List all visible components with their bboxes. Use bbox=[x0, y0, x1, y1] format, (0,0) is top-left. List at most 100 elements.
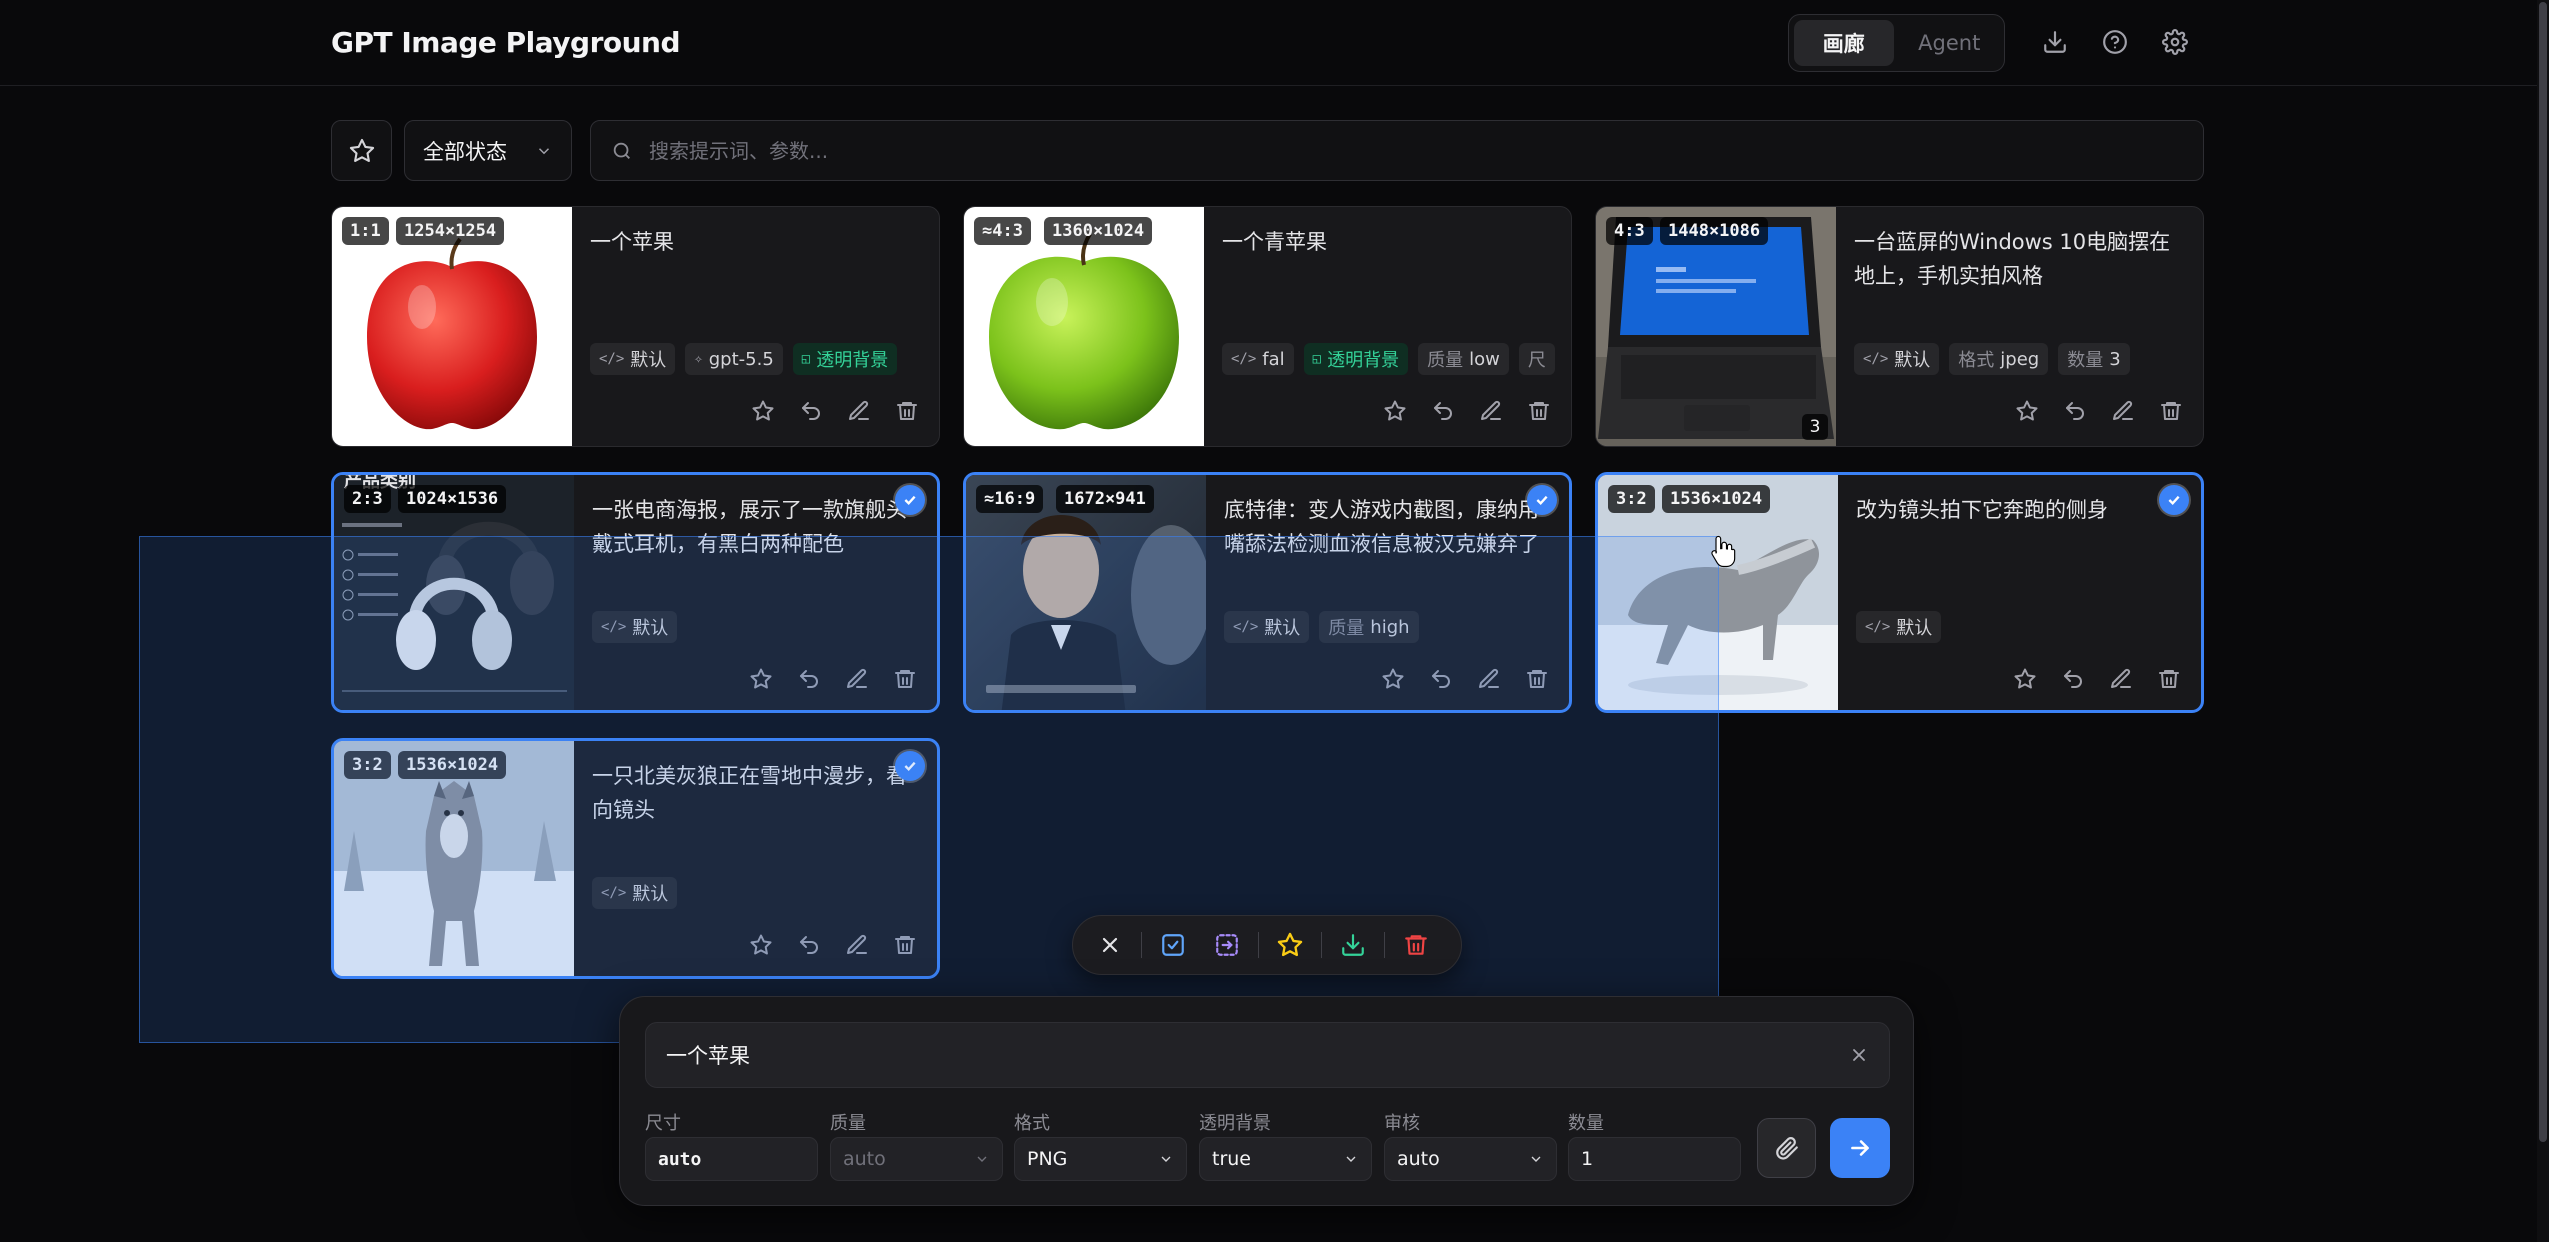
edit-icon bbox=[847, 668, 867, 688]
param-moderation: 审核 auto bbox=[1384, 1109, 1557, 1181]
delete-button[interactable] bbox=[2153, 393, 2189, 429]
favorite-star-button[interactable] bbox=[745, 393, 781, 429]
selected-check-icon[interactable] bbox=[1527, 485, 1557, 515]
clear-icon[interactable] bbox=[1849, 1045, 1869, 1065]
card-thumbnail[interactable]: ≈4:3 1360×1024 bbox=[964, 207, 1204, 446]
param-count: 数量 1 bbox=[1568, 1109, 1741, 1181]
reuse-button[interactable] bbox=[791, 661, 827, 697]
edit-icon bbox=[849, 400, 869, 420]
delete-button[interactable] bbox=[1521, 393, 1557, 429]
code-icon: </> bbox=[1865, 619, 1891, 635]
size-input[interactable]: auto bbox=[645, 1137, 818, 1181]
edit-icon bbox=[1481, 400, 1501, 420]
chip-key: 尺 bbox=[1527, 350, 1546, 371]
edit-icon bbox=[847, 934, 867, 954]
image-card[interactable]: 1:1 1254×1254 一个苹果 </> 默认 ✧ gpt-5.5 ◱ 透明背景 bbox=[331, 206, 940, 447]
transparent-select[interactable]: true bbox=[1199, 1137, 1372, 1181]
edit-button[interactable] bbox=[841, 393, 877, 429]
card-actions bbox=[745, 393, 925, 429]
resolution-badge: 1536×1024 bbox=[398, 751, 507, 779]
search-box bbox=[590, 120, 2204, 181]
favorites-filter-button[interactable] bbox=[331, 120, 392, 181]
star-icon[interactable] bbox=[1267, 922, 1313, 968]
format-select[interactable]: PNG bbox=[1014, 1137, 1187, 1181]
card-thumbnail[interactable]: 4:3 1448×1086 3 bbox=[1596, 207, 1836, 446]
delete-icon bbox=[2159, 670, 2179, 688]
status-filter-select[interactable]: 全部状态 bbox=[404, 120, 572, 181]
param-chips: </> 默认 格式 jpeg 数量 3 bbox=[1854, 343, 2189, 375]
aspect-ratio-badge: 4:3 bbox=[1606, 217, 1653, 245]
edit-button[interactable] bbox=[1473, 393, 1509, 429]
batch-action-bar bbox=[1072, 915, 1462, 975]
settings-icon[interactable] bbox=[2157, 24, 2193, 60]
send-button[interactable] bbox=[1830, 1118, 1890, 1178]
selected-check-icon[interactable] bbox=[895, 485, 925, 515]
image-card[interactable]: 3:2 1536×1024 改为镜头拍下它奔跑的侧身 </> 默认 bbox=[1595, 472, 2204, 713]
delete-button[interactable] bbox=[2151, 661, 2187, 697]
favorite-star-button[interactable] bbox=[2009, 393, 2045, 429]
favorite-star-button[interactable] bbox=[1375, 661, 1411, 697]
reuse-button[interactable] bbox=[1425, 393, 1461, 429]
tab-gallery[interactable]: 画廊 bbox=[1794, 20, 1894, 66]
image-card[interactable]: 3:2 1536×1024 一只北美灰狼正在雪地中漫步，看向镜头 </> 默认 bbox=[331, 738, 940, 979]
moderation-select[interactable]: auto bbox=[1384, 1137, 1557, 1181]
resolution-badge: 1536×1024 bbox=[1662, 485, 1771, 513]
delete-button[interactable] bbox=[889, 393, 925, 429]
image-card[interactable]: 4:3 1448×1086 3 一台蓝屏的Windows 10电脑摆在地上，手机… bbox=[1595, 206, 2204, 447]
search-input[interactable] bbox=[649, 138, 2183, 163]
close-icon[interactable] bbox=[1087, 922, 1133, 968]
aspect-ratio-badge: 3:2 bbox=[1608, 485, 1655, 513]
favorite-star-button[interactable] bbox=[743, 661, 779, 697]
edit-button[interactable] bbox=[1471, 661, 1507, 697]
select-all-icon[interactable] bbox=[1150, 922, 1196, 968]
chevron-down-icon bbox=[538, 147, 550, 154]
download-icon[interactable] bbox=[2037, 24, 2073, 60]
reuse-button[interactable] bbox=[2055, 661, 2091, 697]
edit-button[interactable] bbox=[839, 927, 875, 963]
favorite-star-button[interactable] bbox=[1377, 393, 1413, 429]
delete-button[interactable] bbox=[1519, 661, 1555, 697]
edit-button[interactable] bbox=[839, 661, 875, 697]
favorite-star-button[interactable] bbox=[2007, 661, 2043, 697]
chevron-down-icon bbox=[1531, 1156, 1541, 1162]
delete-icon bbox=[2161, 402, 2181, 420]
prompt-input[interactable] bbox=[666, 1043, 1849, 1067]
app-title: GPT Image Playground bbox=[331, 26, 681, 59]
attach-button[interactable] bbox=[1757, 1118, 1816, 1178]
tab-agent[interactable]: Agent bbox=[1900, 20, 2000, 66]
param-chips: </> 默认 bbox=[1856, 611, 2187, 643]
reuse-button[interactable] bbox=[793, 393, 829, 429]
card-thumbnail[interactable]: 1:1 1254×1254 bbox=[332, 207, 572, 446]
edit-button[interactable] bbox=[2103, 661, 2139, 697]
image-card[interactable]: ≈16:9 1672×941 底特律：变人游戏内截图，康纳用嘴舔法检测血液信息被… bbox=[963, 472, 1572, 713]
chip-text: 默认 bbox=[1894, 350, 1931, 371]
page-scrollbar[interactable] bbox=[2537, 0, 2549, 1242]
selected-check-icon[interactable] bbox=[2159, 485, 2189, 515]
arrow-right-icon bbox=[1851, 1140, 1869, 1156]
card-prompt: 一台蓝屏的Windows 10电脑摆在地上，手机实拍风格 bbox=[1854, 230, 2171, 288]
image-card[interactable]: ≈4:3 1360×1024 一个青苹果 </> fal ◱ 透明背景 质量 low … bbox=[963, 206, 1572, 447]
reuse-button[interactable] bbox=[2057, 393, 2093, 429]
card-thumbnail[interactable]: 产品类别 2:3 1024×1536 bbox=[334, 475, 574, 710]
quality-select[interactable]: auto bbox=[830, 1137, 1003, 1181]
card-body: 一只北美灰狼正在雪地中漫步，看向镜头 </> 默认 bbox=[592, 741, 923, 976]
card-thumbnail[interactable]: 3:2 1536×1024 bbox=[1598, 475, 1838, 710]
count-input[interactable]: 1 bbox=[1568, 1137, 1741, 1181]
card-thumbnail[interactable]: ≈16:9 1672×941 bbox=[966, 475, 1206, 710]
delete-button[interactable] bbox=[887, 927, 923, 963]
param-quality: 质量 auto bbox=[830, 1109, 1003, 1181]
image-card[interactable]: 产品类别 2:3 1024×1536 一张电商海报，展示了一款旗舰头戴式耳机，有… bbox=[331, 472, 940, 713]
reuse-button[interactable] bbox=[1423, 661, 1459, 697]
delete-button[interactable] bbox=[887, 661, 923, 697]
selected-check-icon[interactable] bbox=[895, 751, 925, 781]
card-thumbnail[interactable]: 3:2 1536×1024 bbox=[334, 741, 574, 976]
download-icon[interactable] bbox=[1330, 922, 1376, 968]
edit-button[interactable] bbox=[2105, 393, 2141, 429]
scrollbar-thumb[interactable] bbox=[2539, 2, 2547, 1142]
reuse-button[interactable] bbox=[791, 927, 827, 963]
favorite-star-button[interactable] bbox=[743, 927, 779, 963]
param-chip: 尺 bbox=[1518, 343, 1555, 375]
select-range-icon[interactable] bbox=[1204, 922, 1250, 968]
trash-icon[interactable] bbox=[1393, 922, 1439, 968]
help-icon[interactable] bbox=[2097, 24, 2133, 60]
